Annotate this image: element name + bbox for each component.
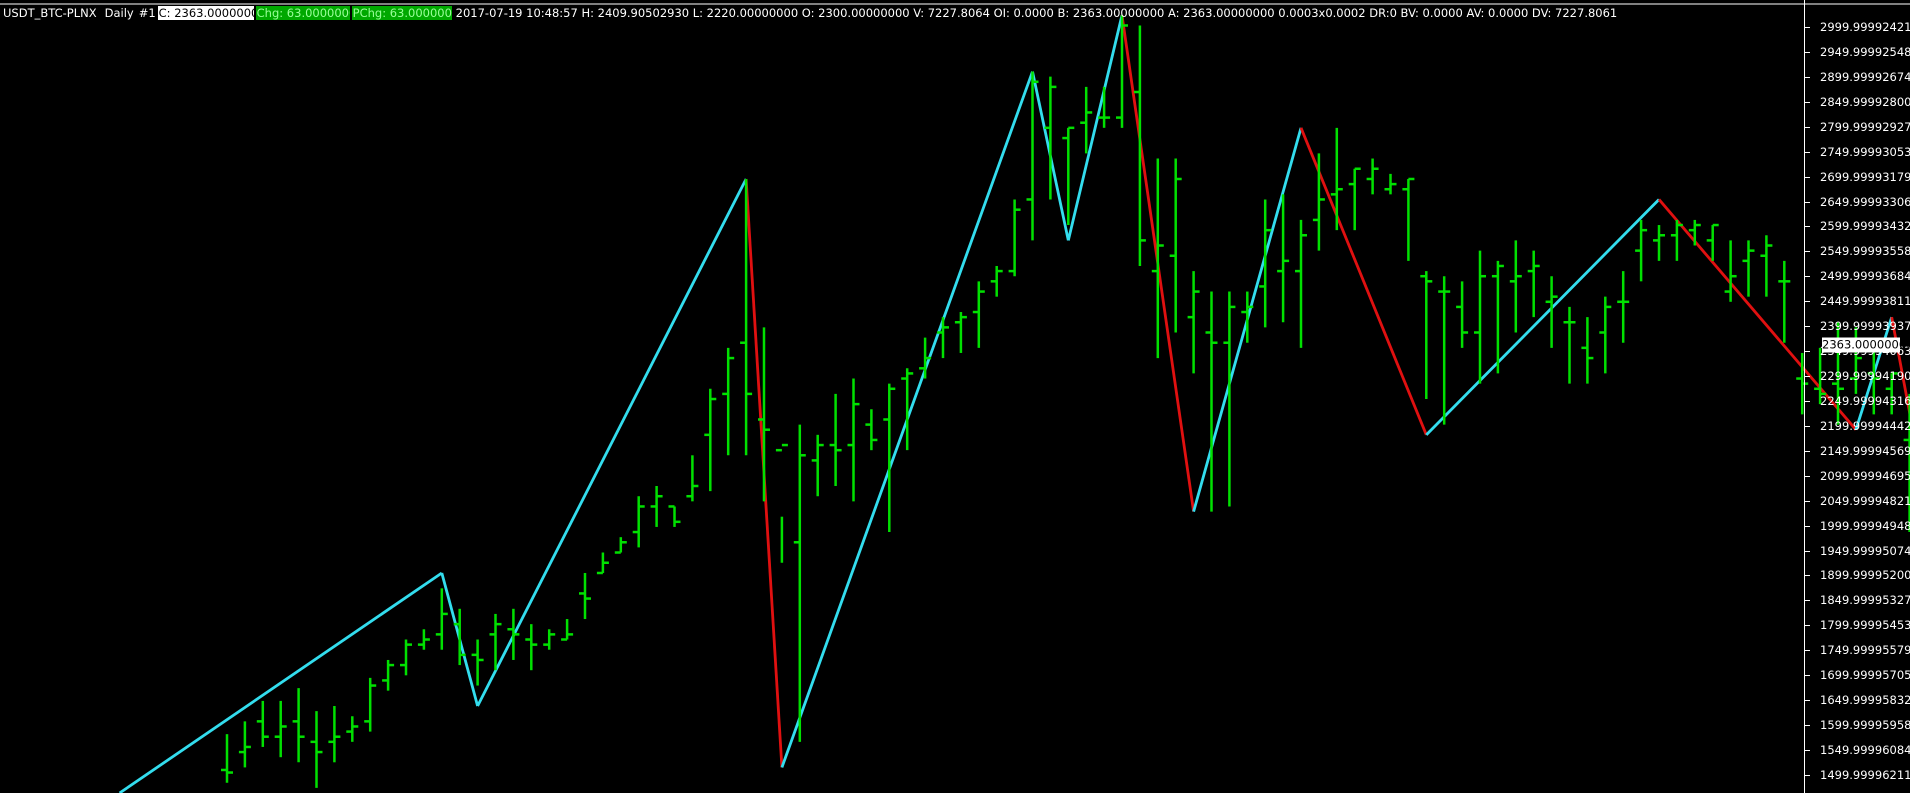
price-tick-label: 2699.99993179 (1820, 169, 1910, 184)
price-tick-mark (1804, 650, 1810, 652)
symbol-label[interactable]: USDT_BTC-PLNX (0, 6, 97, 20)
current-price-marker: 2363.00000000 (1822, 337, 1910, 353)
price-chart[interactable] (0, 0, 1910, 793)
price-tick-mark (1804, 525, 1810, 527)
price-tick-mark (1804, 700, 1810, 702)
change-box: Chg: 63.00000000 (255, 5, 350, 20)
price-tick-mark (1804, 176, 1810, 178)
price-tick-mark (1804, 51, 1810, 53)
ohlc-stats-text: 2017-07-19 10:48:57 H: 2409.90502930 L: … (455, 5, 1618, 20)
price-tick-label: 1549.99996084 (1820, 742, 1910, 757)
price-tick-label: 1649.99995832 (1820, 693, 1910, 708)
price-tick-label: 2299.99994190 (1820, 369, 1910, 384)
price-tick-label: 1999.99994948 (1820, 518, 1910, 533)
price-tick-mark (1804, 749, 1810, 751)
price-tick-mark (1804, 600, 1810, 602)
price-tick-label: 2099.99994695 (1820, 468, 1910, 483)
price-tick-mark (1804, 27, 1810, 28)
price-tick-mark (1804, 774, 1810, 776)
price-tick-mark (1804, 76, 1810, 78)
price-tick-label: 2849.99992800 (1820, 94, 1910, 109)
price-tick-label: 2449.99993811 (1820, 294, 1910, 309)
price-tick-label: 1899.99995200 (1820, 568, 1910, 583)
price-tick-mark (1804, 101, 1810, 103)
timeframe-label[interactable]: Daily (102, 6, 134, 20)
close-price-box: C: 2363.00000000 (157, 5, 254, 20)
window-number-label: #1 (138, 5, 156, 20)
price-tick-label: 2149.99994569 (1820, 443, 1910, 458)
price-tick-mark (1804, 226, 1810, 228)
price-tick-label: 1949.99995074 (1820, 543, 1910, 558)
price-tick-mark (1804, 575, 1810, 577)
chart-info-bar: USDT_BTC-PLNX Daily #1 C: 2363.00000000 … (0, 5, 1617, 20)
price-tick-label: 1499.99996211 (1820, 767, 1910, 782)
price-tick-mark (1804, 625, 1810, 627)
price-tick-mark (1804, 500, 1810, 502)
price-tick-label: 1699.99995705 (1820, 668, 1910, 683)
price-tick-mark (1804, 425, 1810, 427)
price-tick-mark (1804, 251, 1810, 253)
price-tick-mark (1804, 351, 1810, 353)
price-tick-mark (1804, 201, 1810, 203)
price-tick-label: 2249.99994316 (1820, 393, 1910, 408)
price-tick-label: 2049.99994821 (1820, 493, 1910, 508)
price-tick-label: 1599.99995958 (1820, 718, 1910, 733)
price-tick-label: 2499.99993684 (1820, 269, 1910, 284)
price-tick-mark (1804, 550, 1810, 552)
price-tick-label: 1849.99995327 (1820, 593, 1910, 608)
price-tick-mark (1804, 301, 1810, 303)
price-tick-label: 2649.99993306 (1820, 194, 1910, 209)
price-tick-mark (1804, 126, 1810, 128)
price-tick-mark (1804, 450, 1810, 452)
price-tick-label: 2899.99992674 (1820, 69, 1910, 84)
price-tick-label: 2549.99993558 (1820, 244, 1910, 259)
price-tick-mark (1804, 376, 1810, 378)
price-tick-label: 2199.99994442 (1820, 418, 1910, 433)
price-tick-mark (1804, 725, 1810, 727)
price-tick-mark (1804, 151, 1810, 153)
price-tick-mark (1804, 400, 1810, 402)
price-tick-label: 1749.99995579 (1820, 643, 1910, 658)
price-tick-mark (1804, 276, 1810, 278)
price-tick-label: 2999.99992421 (1820, 20, 1910, 34)
price-tick-label: 1799.99995453 (1820, 618, 1910, 633)
price-tick-mark (1804, 326, 1810, 328)
price-tick-label: 2399.99993937 (1820, 319, 1910, 334)
price-tick-label: 2799.99992927 (1820, 119, 1910, 134)
price-tick-mark (1804, 675, 1810, 677)
price-tick-mark (1804, 475, 1810, 477)
price-tick-label: 2949.99992548 (1820, 44, 1910, 59)
percent-change-box: PChg: 63.00000000 (351, 5, 452, 20)
price-tick-label: 2749.99993053 (1820, 144, 1910, 159)
price-tick-label: 2599.99993432 (1820, 219, 1910, 234)
